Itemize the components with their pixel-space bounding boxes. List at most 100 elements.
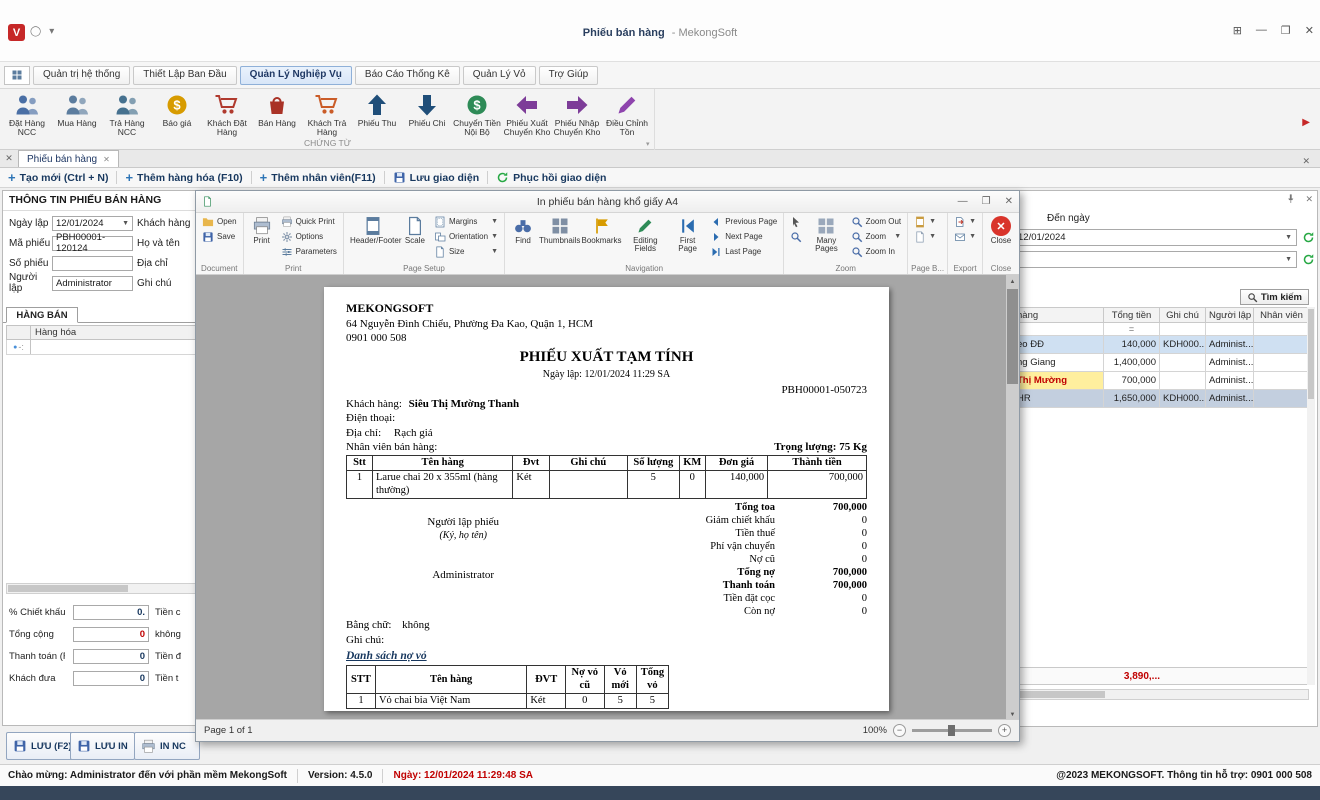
minimize-icon[interactable]: — bbox=[1256, 24, 1267, 37]
total-input[interactable]: 0 bbox=[73, 627, 149, 642]
grid-filter-row[interactable]: = bbox=[1014, 323, 1310, 336]
table-row[interactable]: HR 1,650,000 KDH000... Administ... bbox=[1014, 390, 1310, 408]
ribbon-menu-icon[interactable] bbox=[4, 66, 30, 85]
tab-hang-ban[interactable]: HÀNG BÁN bbox=[6, 307, 78, 323]
print-button[interactable]: IN NC bbox=[134, 732, 200, 760]
last-page-button[interactable]: Last Page bbox=[707, 244, 780, 259]
new-record-button[interactable]: + Tạo mới (Ctrl + N) bbox=[8, 171, 108, 184]
tab-close-icon[interactable]: ✕ bbox=[103, 155, 110, 164]
grid-hscrollbar[interactable] bbox=[1013, 689, 1309, 700]
pointer-tool-button[interactable] bbox=[787, 214, 805, 229]
khach-dat-hang-button[interactable]: Khách Đặt Hàng bbox=[202, 91, 252, 138]
thumbnails-button[interactable]: Thumbnails bbox=[539, 214, 580, 247]
group-launcher-icon[interactable]: ▾ bbox=[646, 140, 650, 148]
send-email-button[interactable]: ▼ bbox=[951, 229, 979, 244]
column-note[interactable]: Ghi chú bbox=[1160, 308, 1206, 323]
restore-layout-button[interactable]: Phục hồi giao diện bbox=[496, 171, 606, 184]
ban-hang-button[interactable]: Bán Hàng bbox=[252, 91, 302, 128]
refresh-icon[interactable] bbox=[1302, 253, 1315, 266]
dialog-titlebar[interactable]: In phiếu bán hàng khổ giấy A4 — ❐ ✕ bbox=[196, 191, 1019, 213]
window-options-icon[interactable]: ⊞ bbox=[1233, 24, 1242, 37]
add-item-button[interactable]: + Thêm hàng hóa (F10) bbox=[125, 171, 242, 184]
dat-hang-ncc-button[interactable]: Đặt Hàng NCC bbox=[2, 91, 52, 138]
filter-equals[interactable]: = bbox=[1104, 323, 1160, 336]
maximize-icon[interactable]: ❐ bbox=[1281, 24, 1291, 37]
search-button[interactable]: Tìm kiếm bbox=[1240, 289, 1309, 305]
phieu-chi-button[interactable]: Phiếu Chi bbox=[402, 91, 452, 128]
zoom-out-button[interactable]: Zoom Out bbox=[848, 214, 905, 229]
close-preview-button[interactable]: ✕ Close bbox=[986, 214, 1016, 247]
size-button[interactable]: Size ▼ bbox=[431, 244, 501, 259]
first-page-button[interactable]: First Page bbox=[669, 214, 706, 256]
zoom-in-button[interactable]: Zoom In bbox=[848, 244, 905, 259]
khach-tra-hang-button[interactable]: Khách Trả Hàng bbox=[302, 91, 352, 138]
tab-strip-close-icon[interactable]: ✕ bbox=[0, 150, 18, 167]
magnifier-tool-button[interactable] bbox=[787, 229, 805, 244]
filter-combo[interactable]: ▼ bbox=[1013, 251, 1297, 268]
ribbon-tab-thiet-lap[interactable]: Thiết Lập Ban Đầu bbox=[133, 66, 236, 85]
zoom-in-slider-icon[interactable]: + bbox=[998, 724, 1011, 737]
ribbon-collapse-icon[interactable]: ▶ bbox=[1302, 117, 1310, 128]
close-window-icon[interactable]: ✕ bbox=[1305, 24, 1314, 37]
options-button[interactable]: Options bbox=[278, 229, 340, 244]
table-row-selected[interactable]: Thị Mường 700,000 Administ... bbox=[1014, 372, 1310, 390]
customer-paid-input[interactable]: 0 bbox=[73, 671, 149, 686]
panel-close-icon[interactable]: ✕ bbox=[1305, 194, 1313, 205]
save-print-button[interactable]: LƯU IN bbox=[70, 732, 135, 760]
next-page-button[interactable]: Next Page bbox=[707, 229, 780, 244]
dialog-minimize-icon[interactable]: — bbox=[958, 196, 968, 207]
column-total[interactable]: Tổng tiền bbox=[1104, 308, 1160, 323]
ribbon-tab-quan-ly-vo[interactable]: Quản Lý Vỏ bbox=[463, 66, 536, 85]
watermark-button[interactable]: ▼ bbox=[911, 229, 939, 244]
table-row[interactable]: ng Giang 1,400,000 Administ... bbox=[1014, 354, 1310, 372]
zoom-out-slider-icon[interactable]: − bbox=[893, 724, 906, 737]
bookmarks-button[interactable]: Bookmarks bbox=[581, 214, 621, 247]
export-document-button[interactable]: ▼ bbox=[951, 214, 979, 229]
preview-vscrollbar[interactable]: ▲ ▼ bbox=[1006, 275, 1019, 721]
save-layout-button[interactable]: Lưu giao diện bbox=[393, 171, 479, 184]
add-staff-button[interactable]: + Thêm nhân viên(F11) bbox=[260, 171, 376, 184]
zoom-slider-thumb[interactable] bbox=[948, 725, 955, 736]
dieu-chinh-ton-button[interactable]: Điều Chỉnh Tồn bbox=[602, 91, 652, 138]
parameters-button[interactable]: Parameters bbox=[278, 244, 340, 259]
code-input[interactable]: PBH00001-120124 bbox=[52, 236, 133, 251]
chuyen-tien-noi-bo-button[interactable]: Chuyển Tiền Nội Bộ bbox=[452, 91, 502, 138]
payment-input[interactable]: 0 bbox=[73, 649, 149, 664]
scale-button[interactable]: Scale bbox=[400, 214, 430, 247]
to-date-input[interactable]: 12/01/2024 ▼ bbox=[1013, 229, 1297, 246]
dialog-close-icon[interactable]: ✕ bbox=[1005, 196, 1013, 207]
editing-fields-button[interactable]: Editing Fields bbox=[623, 214, 668, 256]
pin-icon[interactable] bbox=[1285, 193, 1297, 205]
tra-hang-ncc-button[interactable]: Trả Hàng NCC bbox=[102, 91, 152, 138]
print-big-button[interactable]: Print bbox=[247, 214, 277, 247]
mua-hang-button[interactable]: Mua Hàng bbox=[52, 91, 102, 128]
previous-page-button[interactable]: Previous Page bbox=[707, 214, 780, 229]
column-creator[interactable]: Người lập bbox=[1206, 308, 1254, 323]
discount-input[interactable]: 0. bbox=[73, 605, 149, 620]
scroll-up-icon[interactable]: ▲ bbox=[1006, 275, 1019, 288]
many-pages-button[interactable]: Many Pages bbox=[806, 214, 846, 256]
margins-button[interactable]: Margins ▼ bbox=[431, 214, 501, 229]
dialog-maximize-icon[interactable]: ❐ bbox=[982, 196, 991, 207]
find-button[interactable]: Find bbox=[508, 214, 538, 247]
date-input[interactable]: 12/01/2024 ▼ bbox=[52, 216, 133, 231]
column-name[interactable]: hàng bbox=[1014, 308, 1104, 323]
column-hang-hoa[interactable]: Hàng hóa bbox=[31, 326, 80, 339]
open-button[interactable]: Open bbox=[199, 214, 240, 229]
scrollbar-thumb[interactable] bbox=[1007, 289, 1018, 384]
refresh-icon[interactable] bbox=[1302, 231, 1315, 244]
phieu-xuat-chuyen-kho-button[interactable]: Phiếu Xuất Chuyển Kho bbox=[502, 91, 552, 138]
page-color-button[interactable]: ▼ bbox=[911, 214, 939, 229]
quick-print-button[interactable]: Quick Print bbox=[278, 214, 340, 229]
save-button[interactable]: LƯU (F2) bbox=[6, 732, 79, 760]
tab-strip-right-close-icon[interactable]: ✕ bbox=[1302, 156, 1320, 167]
grid-vscrollbar[interactable] bbox=[1307, 307, 1315, 685]
number-input[interactable] bbox=[52, 256, 133, 271]
phieu-nhap-chuyen-kho-button[interactable]: Phiếu Nhập Chuyển Kho bbox=[552, 91, 602, 138]
ribbon-tab-tro-giup[interactable]: Trợ Giúp bbox=[539, 66, 599, 85]
creator-input[interactable]: Administrator bbox=[52, 276, 133, 291]
ribbon-tab-bao-cao[interactable]: Báo Cáo Thống Kê bbox=[355, 66, 460, 85]
ribbon-tab-nghiep-vu[interactable]: Quản Lý Nghiệp Vụ bbox=[240, 66, 352, 85]
table-row[interactable]: èo ĐĐ 140,000 KDH000... Administ... bbox=[1014, 336, 1310, 354]
header-footer-button[interactable]: Header/Footer bbox=[347, 214, 399, 247]
